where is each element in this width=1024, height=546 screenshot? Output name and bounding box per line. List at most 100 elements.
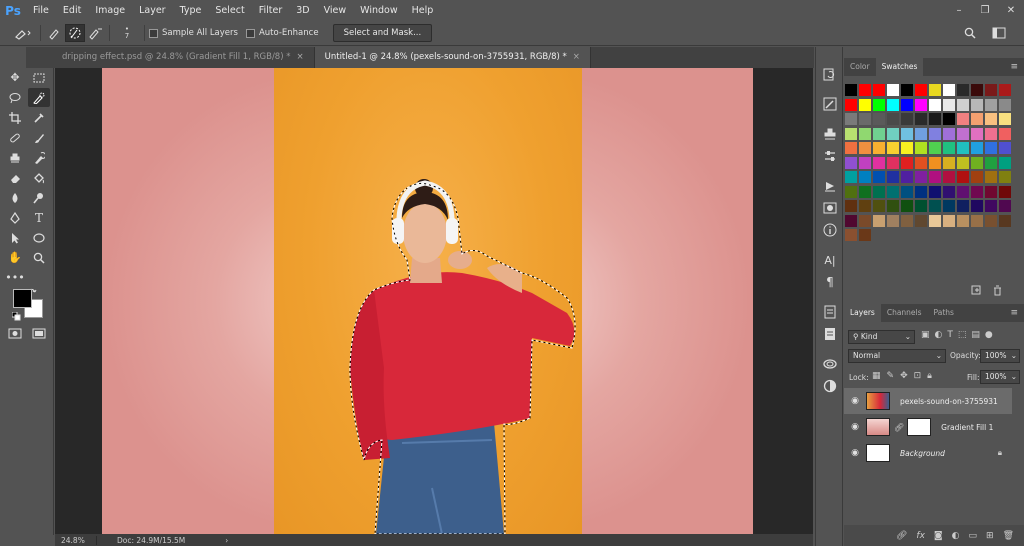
status-menu-arrow[interactable]: › xyxy=(225,536,228,545)
swatch[interactable] xyxy=(957,156,969,169)
swatch[interactable] xyxy=(915,84,927,96)
swatch[interactable] xyxy=(873,98,885,111)
swatch[interactable] xyxy=(859,229,871,241)
layer-row[interactable]: ◉ Background 🔒︎ xyxy=(844,440,1012,466)
swatch[interactable] xyxy=(957,200,969,212)
swatch[interactable] xyxy=(887,113,899,125)
swatch[interactable] xyxy=(901,156,913,169)
swatch[interactable] xyxy=(915,127,927,140)
swatch[interactable] xyxy=(943,200,955,212)
workspace-icon[interactable] xyxy=(990,24,1010,42)
swatch[interactable] xyxy=(915,200,927,212)
swatch[interactable] xyxy=(999,98,1011,111)
swatch[interactable] xyxy=(943,171,955,183)
swatch[interactable] xyxy=(999,185,1011,198)
eyedropper-tool-icon[interactable] xyxy=(28,108,50,127)
swatch[interactable] xyxy=(971,127,983,140)
swatch[interactable] xyxy=(887,185,899,198)
swatch[interactable] xyxy=(901,127,913,140)
quick-selection-tool-icon[interactable] xyxy=(28,88,50,107)
clone-source-icon[interactable] xyxy=(821,125,839,143)
menu-type[interactable]: Type xyxy=(173,0,209,21)
swatch[interactable] xyxy=(845,156,857,169)
swatch[interactable] xyxy=(999,142,1011,154)
sample-all-layers-checkbox[interactable]: Sample All Layers xyxy=(149,28,238,38)
swatch[interactable] xyxy=(943,84,955,96)
swatch[interactable] xyxy=(859,84,871,96)
swatch[interactable] xyxy=(887,200,899,212)
menu-filter[interactable]: Filter xyxy=(252,0,290,21)
swatch[interactable] xyxy=(859,127,871,140)
swatch[interactable] xyxy=(971,84,983,96)
swatch[interactable] xyxy=(957,214,969,227)
swatch[interactable] xyxy=(929,127,941,140)
select-and-mask-button[interactable]: Select and Mask... xyxy=(332,24,433,42)
swatch[interactable] xyxy=(957,84,969,96)
menu-layer[interactable]: Layer xyxy=(132,0,173,21)
swatch[interactable] xyxy=(971,98,983,111)
layer-comps-icon[interactable] xyxy=(821,303,839,321)
swatch[interactable] xyxy=(943,185,955,198)
history-icon[interactable] xyxy=(821,65,839,83)
ellipse-tool-icon[interactable] xyxy=(28,228,50,247)
lock-transparency-icon[interactable]: ▦ xyxy=(872,371,881,381)
swatch[interactable] xyxy=(873,214,885,227)
pixel-filter-icon[interactable]: ▣ xyxy=(921,330,930,340)
tab-color[interactable]: Color xyxy=(844,58,876,76)
screen-mode-icon[interactable] xyxy=(28,324,50,343)
swatch[interactable] xyxy=(859,214,871,227)
adjustment-icon[interactable]: ◐ xyxy=(952,531,960,541)
add-to-selection-button[interactable] xyxy=(65,24,85,42)
swatch[interactable] xyxy=(957,142,969,154)
brush-size-picker[interactable]: • 7 xyxy=(114,24,140,42)
type-filter-icon[interactable]: T xyxy=(947,330,953,340)
eye-icon[interactable]: ◉ xyxy=(844,448,866,458)
lock-all-icon[interactable]: 🔒︎ xyxy=(927,371,932,381)
tab-close-icon[interactable]: × xyxy=(297,52,304,62)
link-icon[interactable]: 🔗︎ xyxy=(896,531,907,541)
move-tool-icon[interactable]: ✥ xyxy=(4,68,26,87)
swatch[interactable] xyxy=(929,98,941,111)
tab-channels[interactable]: Channels xyxy=(881,304,928,322)
swatch[interactable] xyxy=(901,200,913,212)
zoom-tool-icon[interactable] xyxy=(28,248,50,267)
lock-artboard-icon[interactable]: ⊡ xyxy=(914,371,922,381)
swatch[interactable] xyxy=(985,113,997,125)
tab-untitled-1[interactable]: Untitled-1 @ 24.8% (pexels-sound-on-3755… xyxy=(314,47,591,68)
zoom-level[interactable]: 24.8% xyxy=(55,535,97,545)
swatch[interactable] xyxy=(845,84,857,96)
swatch[interactable] xyxy=(929,200,941,212)
eye-icon[interactable]: ◉ xyxy=(844,422,866,432)
panel-menu-icon[interactable]: ≡ xyxy=(1010,62,1018,72)
brush-tool-icon[interactable] xyxy=(28,128,50,147)
swatch[interactable] xyxy=(915,98,927,111)
swatch[interactable] xyxy=(873,171,885,183)
pen-tool-icon[interactable] xyxy=(4,208,26,227)
brush-settings-icon[interactable] xyxy=(821,95,839,113)
swatch[interactable] xyxy=(845,113,857,125)
healing-brush-tool-icon[interactable] xyxy=(4,128,26,147)
swatch[interactable] xyxy=(985,171,997,183)
swatch[interactable] xyxy=(859,142,871,154)
swatch[interactable] xyxy=(915,214,927,227)
swatch[interactable] xyxy=(985,200,997,212)
swatch[interactable] xyxy=(845,229,857,241)
swatch[interactable] xyxy=(929,214,941,227)
swatch[interactable] xyxy=(971,142,983,154)
swatch[interactable] xyxy=(873,113,885,125)
dodge-tool-icon[interactable] xyxy=(28,188,50,207)
blend-mode-select[interactable]: Normal ⌄ xyxy=(848,349,946,363)
swatch[interactable] xyxy=(985,185,997,198)
swatch[interactable] xyxy=(845,200,857,212)
layers-panel-menu-icon[interactable]: ≡ xyxy=(1010,308,1018,318)
opacity-input[interactable]: 100% ⌄ xyxy=(980,349,1020,363)
swatch[interactable] xyxy=(887,156,899,169)
swatch[interactable] xyxy=(971,200,983,212)
adjustment-filter-icon[interactable]: ◐ xyxy=(935,330,943,340)
more-tools-icon[interactable]: ••• xyxy=(4,268,26,287)
swatch[interactable] xyxy=(901,185,913,198)
swatch[interactable] xyxy=(901,98,913,111)
color-sampler-icon[interactable] xyxy=(821,377,839,395)
swatch[interactable] xyxy=(873,84,885,96)
swatch[interactable] xyxy=(929,185,941,198)
